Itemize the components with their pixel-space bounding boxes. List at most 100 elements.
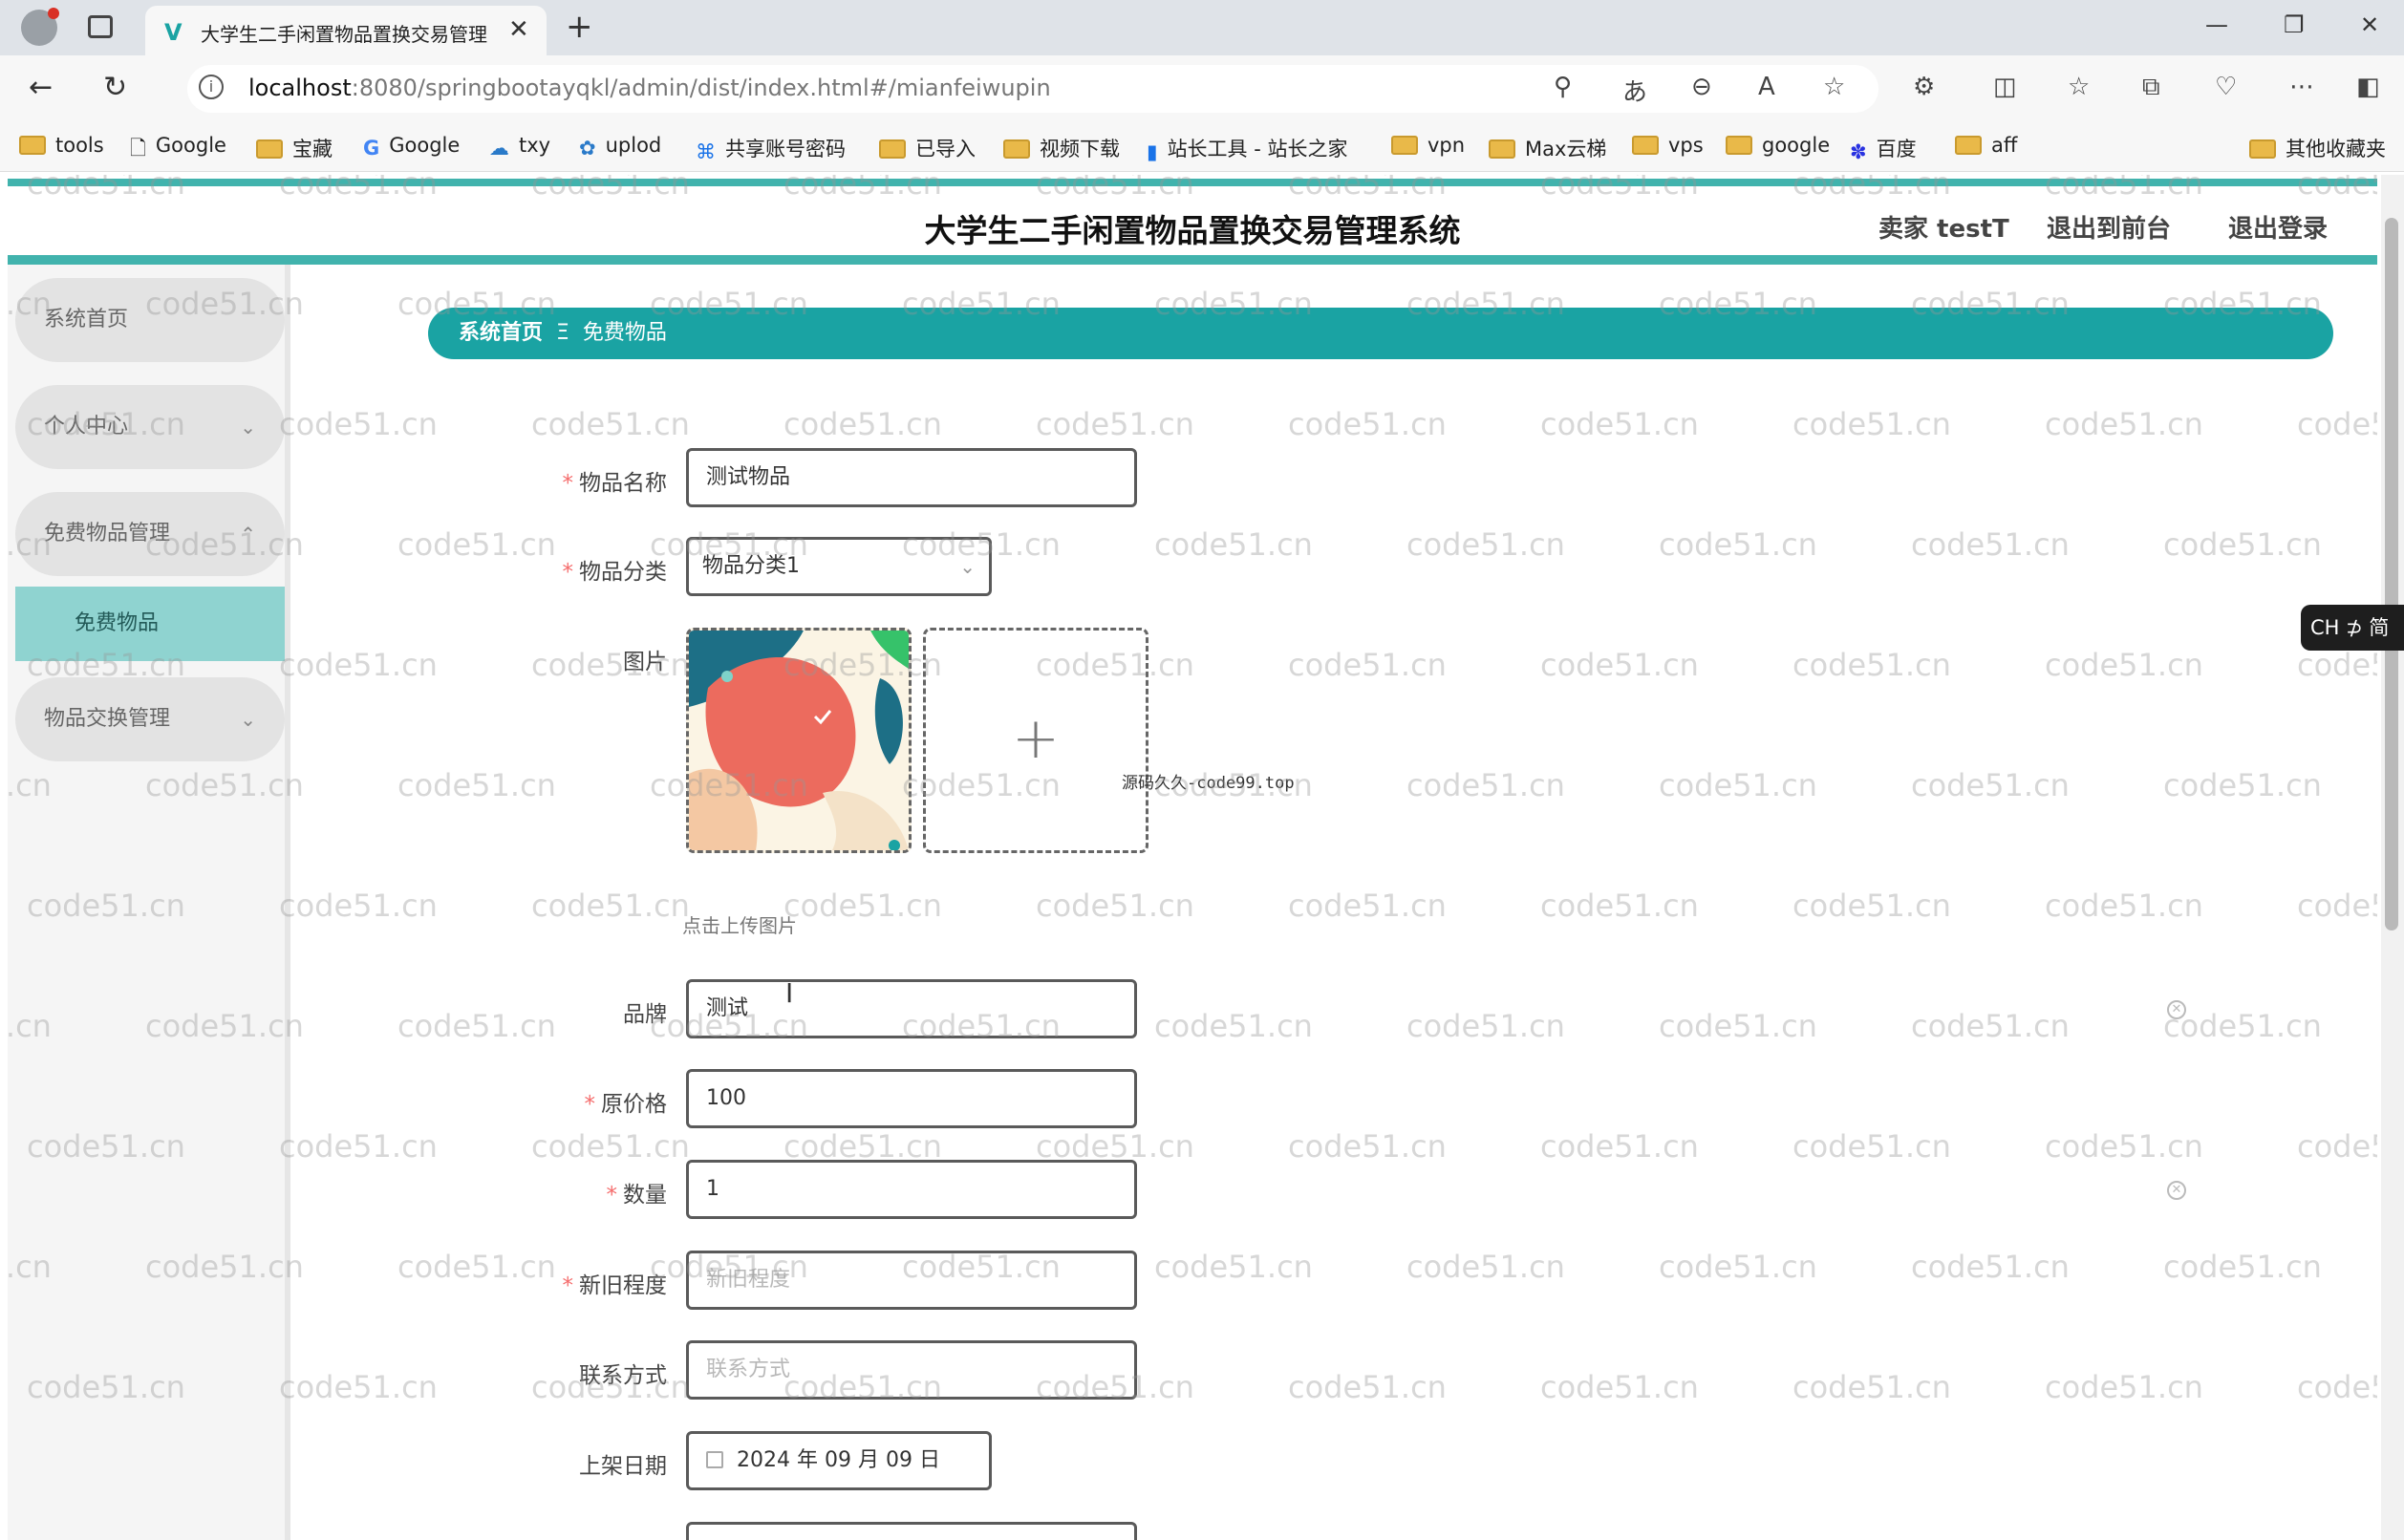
favorite-star-icon[interactable]: ☆ [1823,73,1845,101]
watermark-text: code51.cn [1540,888,1699,924]
bookmark-item[interactable]: ✿ uplod [579,134,661,160]
logout-link[interactable]: 退出登录 [2228,209,2328,245]
collections-icon[interactable]: ⧉ [2142,73,2160,102]
bookmark-item[interactable]: vpn [1391,134,1465,157]
bookmark-item[interactable]: Max云梯 [1489,134,1606,162]
folder-icon [1632,136,1659,155]
new-tab-icon[interactable]: + [566,8,593,46]
back-icon[interactable]: ← [29,71,53,104]
google-icon: G [363,137,380,160]
vue-favicon-icon: V [164,19,182,46]
uplod-icon: ✿ [579,137,596,160]
browser-tab-active[interactable]: V 大学生二手闲置物品置换交易管理 ✕ [145,6,547,55]
header-divider [8,255,2377,265]
profile-avatar-icon[interactable] [21,8,59,46]
listing-date-picker[interactable]: 2024 年 09 月 09 日 [686,1431,992,1490]
uploaded-image-thumbnail[interactable] [686,628,912,853]
sidebar-toggle-icon[interactable]: ◧ [2356,73,2380,101]
item-name-input[interactable]: 测试物品 [686,448,1137,507]
sidebar-item-profile[interactable]: 个人中心 ⌄ [15,385,285,469]
restore-icon[interactable]: ❐ [2284,11,2305,38]
site-info-icon[interactable]: i [199,75,224,99]
split-screen-icon[interactable]: ◫ [1993,73,2017,101]
watermark-text: code51.cn [1792,888,1951,924]
original-price-input[interactable]: 100 [686,1069,1137,1128]
bookmark-item[interactable]: tools [19,134,104,157]
breadcrumb-home[interactable]: 系统首页 [459,321,543,345]
clear-circle-icon[interactable]: ✕ [2167,1181,2186,1200]
watermark-text: code51.cn [2297,888,2377,924]
ime-indicator[interactable]: CH ⊅ 简 [2301,605,2404,651]
bookmark-item[interactable]: ⌘ 共享账号密码 [696,134,846,163]
sidebar-item-free-goods-mgmt[interactable]: 免费物品管理 ⌃ [15,492,285,576]
listing-date-label: 上架日期 [579,1454,667,1479]
baidu-paw-icon: ✽ [1850,140,1867,163]
favorites-icon[interactable]: ☆ [2068,73,2090,101]
sidebar-item-home[interactable]: 系统首页 [15,278,285,362]
close-window-icon[interactable]: ✕ [2360,11,2379,38]
source-note: 源码久久-code99.top [1122,774,1295,793]
upload-image-button[interactable]: + [923,628,1148,853]
more-menu-icon[interactable]: ⋯ [2289,73,2314,101]
tab-title: 大学生二手闲置物品置换交易管理 [201,23,487,46]
bookmark-item[interactable]: 宝藏 [256,134,333,162]
watermark-text: code51.cn [279,1128,438,1165]
extensions-icon[interactable]: ⚙ [1913,73,1935,101]
bookmark-item[interactable]: ▮ 站长工具 - 站长之家 [1147,134,1348,163]
quantity-label: * 数量 [606,1183,668,1208]
contact-label: 联系方式 [579,1363,667,1388]
watermark-text: code51.cn [1288,888,1447,924]
watermark-text: code51.cn [2297,647,2377,683]
minimize-icon[interactable]: — [2205,11,2228,38]
condition-input[interactable]: 新旧程度 [686,1251,1137,1310]
next-field-input[interactable] [686,1522,1137,1540]
sidebar-item-exchange-mgmt[interactable]: 物品交换管理 ⌄ [15,677,285,761]
url-text[interactable]: localhost:8080/springbootayqkl/admin/dis… [248,75,1051,101]
quantity-input[interactable]: 1 [686,1160,1137,1219]
workspaces-icon[interactable] [88,15,113,38]
sidebar-subitem-free-goods[interactable]: 免费物品 [15,587,285,661]
contact-input[interactable]: 联系方式 [686,1340,1137,1400]
refresh-icon[interactable]: ↻ [103,71,127,104]
key-icon[interactable]: ⚲ [1554,73,1572,101]
upload-tip: 点击上传图片 [682,914,797,937]
other-bookmarks[interactable]: 其他收藏夹 [2249,134,2386,162]
plus-icon: + [1011,705,1061,772]
system-title: 大学生二手闲置物品置换交易管理系统 [924,212,1461,249]
item-category-select[interactable]: 物品分类1 ⌄ [686,537,992,596]
watermark-text: code51.cn [1288,1369,1447,1405]
watermark-text: code51.cn [1540,1369,1699,1405]
breadcrumb-separator-icon: Ξ [556,321,569,345]
tab-close-icon[interactable]: ✕ [508,15,529,44]
watermark-text: code51.cn [1659,526,1817,563]
zoom-out-icon[interactable]: ⊖ [1691,73,1712,101]
chinaz-icon: ▮ [1147,140,1158,163]
watermark-text: code51.cn [1406,1249,1565,1285]
bookmark-item[interactable]: google [1726,134,1830,157]
bookmark-item[interactable]: 已导入 [879,134,976,162]
bookmark-item[interactable]: vps [1632,134,1704,157]
scrollbar-thumb[interactable] [2385,218,2398,930]
brand-input[interactable]: 测试 [686,979,1137,1038]
bookmark-item[interactable]: ☁ txy [489,134,550,160]
exit-to-front-link[interactable]: 退出到前台 [2047,209,2171,245]
watermark-text: code51.cn [1154,1249,1313,1285]
bookmark-item[interactable]: aff [1955,134,2017,157]
app-header: 大学生二手闲置物品置换交易管理系统 卖家 testT 退出到前台 退出登录 [8,186,2377,255]
translate-icon[interactable]: あ [1622,73,1647,108]
bookmark-item[interactable]: 🗋 Google [130,134,226,168]
watermark-text: code51.cn [1288,406,1447,442]
read-aloud-icon[interactable]: A [1758,73,1775,101]
top-accent-stripe [8,179,2377,186]
bookmark-item[interactable]: 视频下载 [1003,134,1120,162]
bookmark-item[interactable]: ✽ 百度 [1850,134,1917,163]
page-viewport: 大学生二手闲置物品置换交易管理系统 卖家 testT 退出到前台 退出登录 系统… [8,175,2377,1540]
watermark-text: code51.cn [1540,647,1699,683]
clear-circle-icon[interactable]: ✕ [2167,1000,2186,1019]
abstract-image [689,631,909,850]
watermark-text: code51.cn [1406,1008,1565,1044]
bookmark-item[interactable]: G Google [363,134,460,160]
address-bar: ← ↻ i localhost:8080/springbootayqkl/adm… [0,55,2404,122]
watermark-text: code51.cn [783,888,942,924]
browser-essentials-icon[interactable]: ♡ [2215,73,2237,101]
